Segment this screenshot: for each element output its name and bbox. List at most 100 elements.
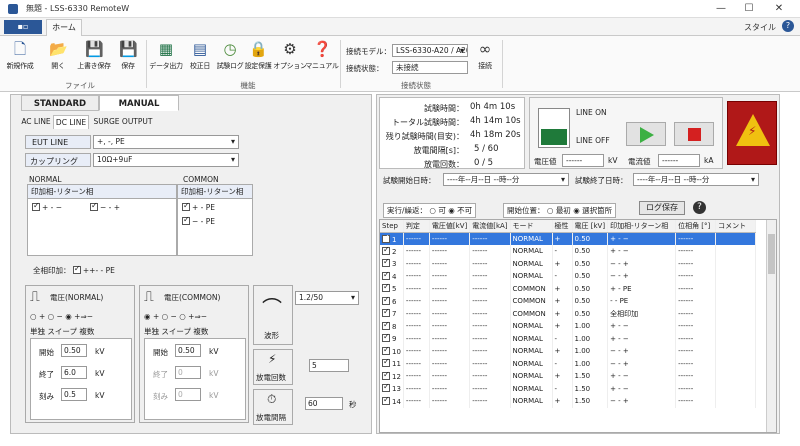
help-icon[interactable]: ? <box>782 20 794 32</box>
log-save-button[interactable]: ログ保存 <box>639 201 685 215</box>
common-item-1[interactable]: + - PE <box>182 201 215 212</box>
step-checkbox[interactable] <box>382 332 390 343</box>
tab-standard[interactable]: STANDARD <box>21 95 99 111</box>
start-date-field[interactable]: ----年--月--日 --時--分 <box>443 173 569 186</box>
comment-cell[interactable] <box>715 257 757 270</box>
help-icon[interactable]: ? <box>693 201 706 214</box>
table-row[interactable]: 12------------------NORMAL+1.50+ - −----… <box>380 370 757 383</box>
column-header[interactable]: モード <box>510 220 553 233</box>
step-checkbox[interactable] <box>382 382 390 393</box>
step-checkbox[interactable] <box>382 282 390 293</box>
step-checkbox[interactable] <box>382 295 390 305</box>
option-button[interactable]: ⚙ オプション <box>272 40 308 78</box>
column-header[interactable]: 位相角 [°] <box>675 220 717 233</box>
discharge-interval-input[interactable]: 60 <box>305 397 343 410</box>
open-button[interactable]: 📂 開く <box>40 40 76 78</box>
table-row[interactable]: 5------------------COMMON+0.50+ - PE----… <box>380 282 757 295</box>
end-date-field[interactable]: ----年--月--日 --時--分 <box>633 173 759 186</box>
comment-cell[interactable] <box>715 382 757 395</box>
manual-button[interactable]: ❓ マニュアル <box>304 40 340 78</box>
table-row[interactable]: 3------------------NORMAL+0.50− - +-----… <box>380 257 757 270</box>
table-row[interactable]: 7------------------COMMON+0.50全相印加------ <box>380 307 757 320</box>
eut-line-select[interactable]: +, -, PE <box>93 135 239 149</box>
checkbox[interactable] <box>182 215 190 225</box>
vertical-scrollbar[interactable] <box>766 220 776 432</box>
table-row[interactable]: 8------------------NORMAL+1.00+ - −-----… <box>380 320 757 333</box>
overwrite-save-button[interactable]: 💾 上書き保存 <box>76 40 112 78</box>
comment-cell[interactable] <box>715 332 757 345</box>
comment-cell[interactable] <box>715 345 757 358</box>
table-row[interactable]: 1------------------NORMAL+0.50+ - −-----… <box>380 232 757 245</box>
new-file-button[interactable]: 🗋 新規作成 <box>2 40 38 78</box>
subtab-dc-line[interactable]: DC LINE <box>53 115 89 129</box>
start-position-group[interactable]: 開始位置： ○ 最初 ◉ 選択箇所 <box>503 203 617 218</box>
waveform-select[interactable]: 1.2/50 <box>295 291 359 305</box>
column-header[interactable]: 電流値[kA] <box>469 220 511 233</box>
mode-tabs[interactable]: 単独 スイープ 複数 <box>144 326 208 337</box>
repeat-group[interactable]: 実行/繰返： ○ 可 ◉ 不可 <box>383 203 477 218</box>
checkbox[interactable] <box>32 201 40 211</box>
minimize-button[interactable]: — <box>708 1 734 17</box>
maximize-button[interactable]: ☐ <box>736 1 762 17</box>
close-button[interactable]: ✕ <box>766 1 792 17</box>
table-row[interactable]: 10------------------NORMAL+1.00− - +----… <box>380 345 757 358</box>
start-voltage-input[interactable]: 0.50 <box>175 344 201 357</box>
table-row[interactable]: 13------------------NORMAL-1.50+ - −----… <box>380 382 757 395</box>
comment-cell[interactable] <box>715 270 757 283</box>
column-header[interactable]: 電圧値[kV] <box>429 220 471 233</box>
start-voltage-input[interactable]: 0.50 <box>61 344 87 357</box>
all-phase-row[interactable]: 全相印加： ++- - PE <box>33 264 115 276</box>
step-checkbox[interactable] <box>382 345 390 355</box>
subtab-surge-output[interactable]: SURGE OUTPUT <box>91 115 155 129</box>
checkbox[interactable] <box>72 264 81 274</box>
comment-cell[interactable] <box>715 370 757 383</box>
column-header[interactable]: 電圧 [kV] <box>572 220 609 233</box>
file-menu-button[interactable]: ▪▫ <box>4 20 42 34</box>
column-header[interactable]: 判定 <box>403 220 430 233</box>
step-checkbox[interactable] <box>382 257 390 268</box>
step-voltage-input[interactable]: 0 <box>175 388 201 401</box>
normal-item-2[interactable]: − - + <box>90 201 120 212</box>
column-header[interactable]: 印加相-リターン相 <box>607 220 677 233</box>
table-row[interactable]: 9------------------NORMAL-1.00+ - −-----… <box>380 332 757 345</box>
table-row[interactable]: 4------------------NORMAL-0.50− - +-----… <box>380 270 757 283</box>
save-as-button[interactable]: 💾 保存 <box>110 40 146 78</box>
data-output-button[interactable]: ▦ データ出力 <box>148 40 184 78</box>
step-checkbox[interactable] <box>382 270 390 280</box>
checkbox[interactable] <box>182 201 190 211</box>
comment-cell[interactable] <box>715 357 757 370</box>
end-voltage-input[interactable]: 6.0 <box>61 366 87 379</box>
tab-manual[interactable]: MANUAL <box>99 95 179 111</box>
coupling-select[interactable]: 10Ω+9uF <box>93 153 239 167</box>
polarity-radios[interactable]: ○ + ○ − ◉ +⇒− <box>30 312 93 321</box>
subtab-ac-line[interactable]: AC LINE <box>21 115 51 129</box>
comment-cell[interactable] <box>715 295 757 308</box>
discharge-count-input[interactable]: 5 <box>309 359 349 372</box>
start-button[interactable] <box>626 122 666 146</box>
table-row[interactable]: 6------------------COMMON+0.50- - PE----… <box>380 295 757 308</box>
table-row[interactable]: 11------------------NORMAL-1.00− - +----… <box>380 357 757 370</box>
stop-button[interactable] <box>674 122 714 146</box>
column-header[interactable]: 極性 <box>552 220 573 233</box>
step-checkbox[interactable] <box>382 370 390 380</box>
end-voltage-input[interactable]: 0 <box>175 366 201 379</box>
style-menu[interactable]: スタイル <box>744 22 776 33</box>
table-row[interactable]: 2------------------NORMAL-0.50+ - −-----… <box>380 245 757 258</box>
comment-cell[interactable] <box>715 282 757 295</box>
column-header[interactable]: Step <box>380 220 404 233</box>
tab-home[interactable]: ホーム <box>46 19 82 36</box>
step-voltage-input[interactable]: 0.5 <box>61 388 87 401</box>
comment-cell[interactable] <box>715 232 757 245</box>
polarity-radios[interactable]: ◉ + ○ − ○ +⇒− <box>144 312 207 321</box>
step-checkbox[interactable] <box>382 307 390 318</box>
step-checkbox[interactable] <box>382 245 390 255</box>
scroll-thumb[interactable] <box>768 234 775 274</box>
common-item-2[interactable]: − - PE <box>182 215 215 226</box>
mode-tabs[interactable]: 単独 スイープ 複数 <box>30 326 94 337</box>
connect-button[interactable]: ∞ 接続 <box>470 40 500 78</box>
comment-cell[interactable] <box>715 245 757 258</box>
table-row[interactable]: 14------------------NORMAL+1.50− - +----… <box>380 395 757 408</box>
step-checkbox[interactable] <box>382 395 390 405</box>
setting-protect-button[interactable]: 🔒 設定保護 <box>240 40 276 78</box>
column-header[interactable]: コメント <box>715 220 757 233</box>
